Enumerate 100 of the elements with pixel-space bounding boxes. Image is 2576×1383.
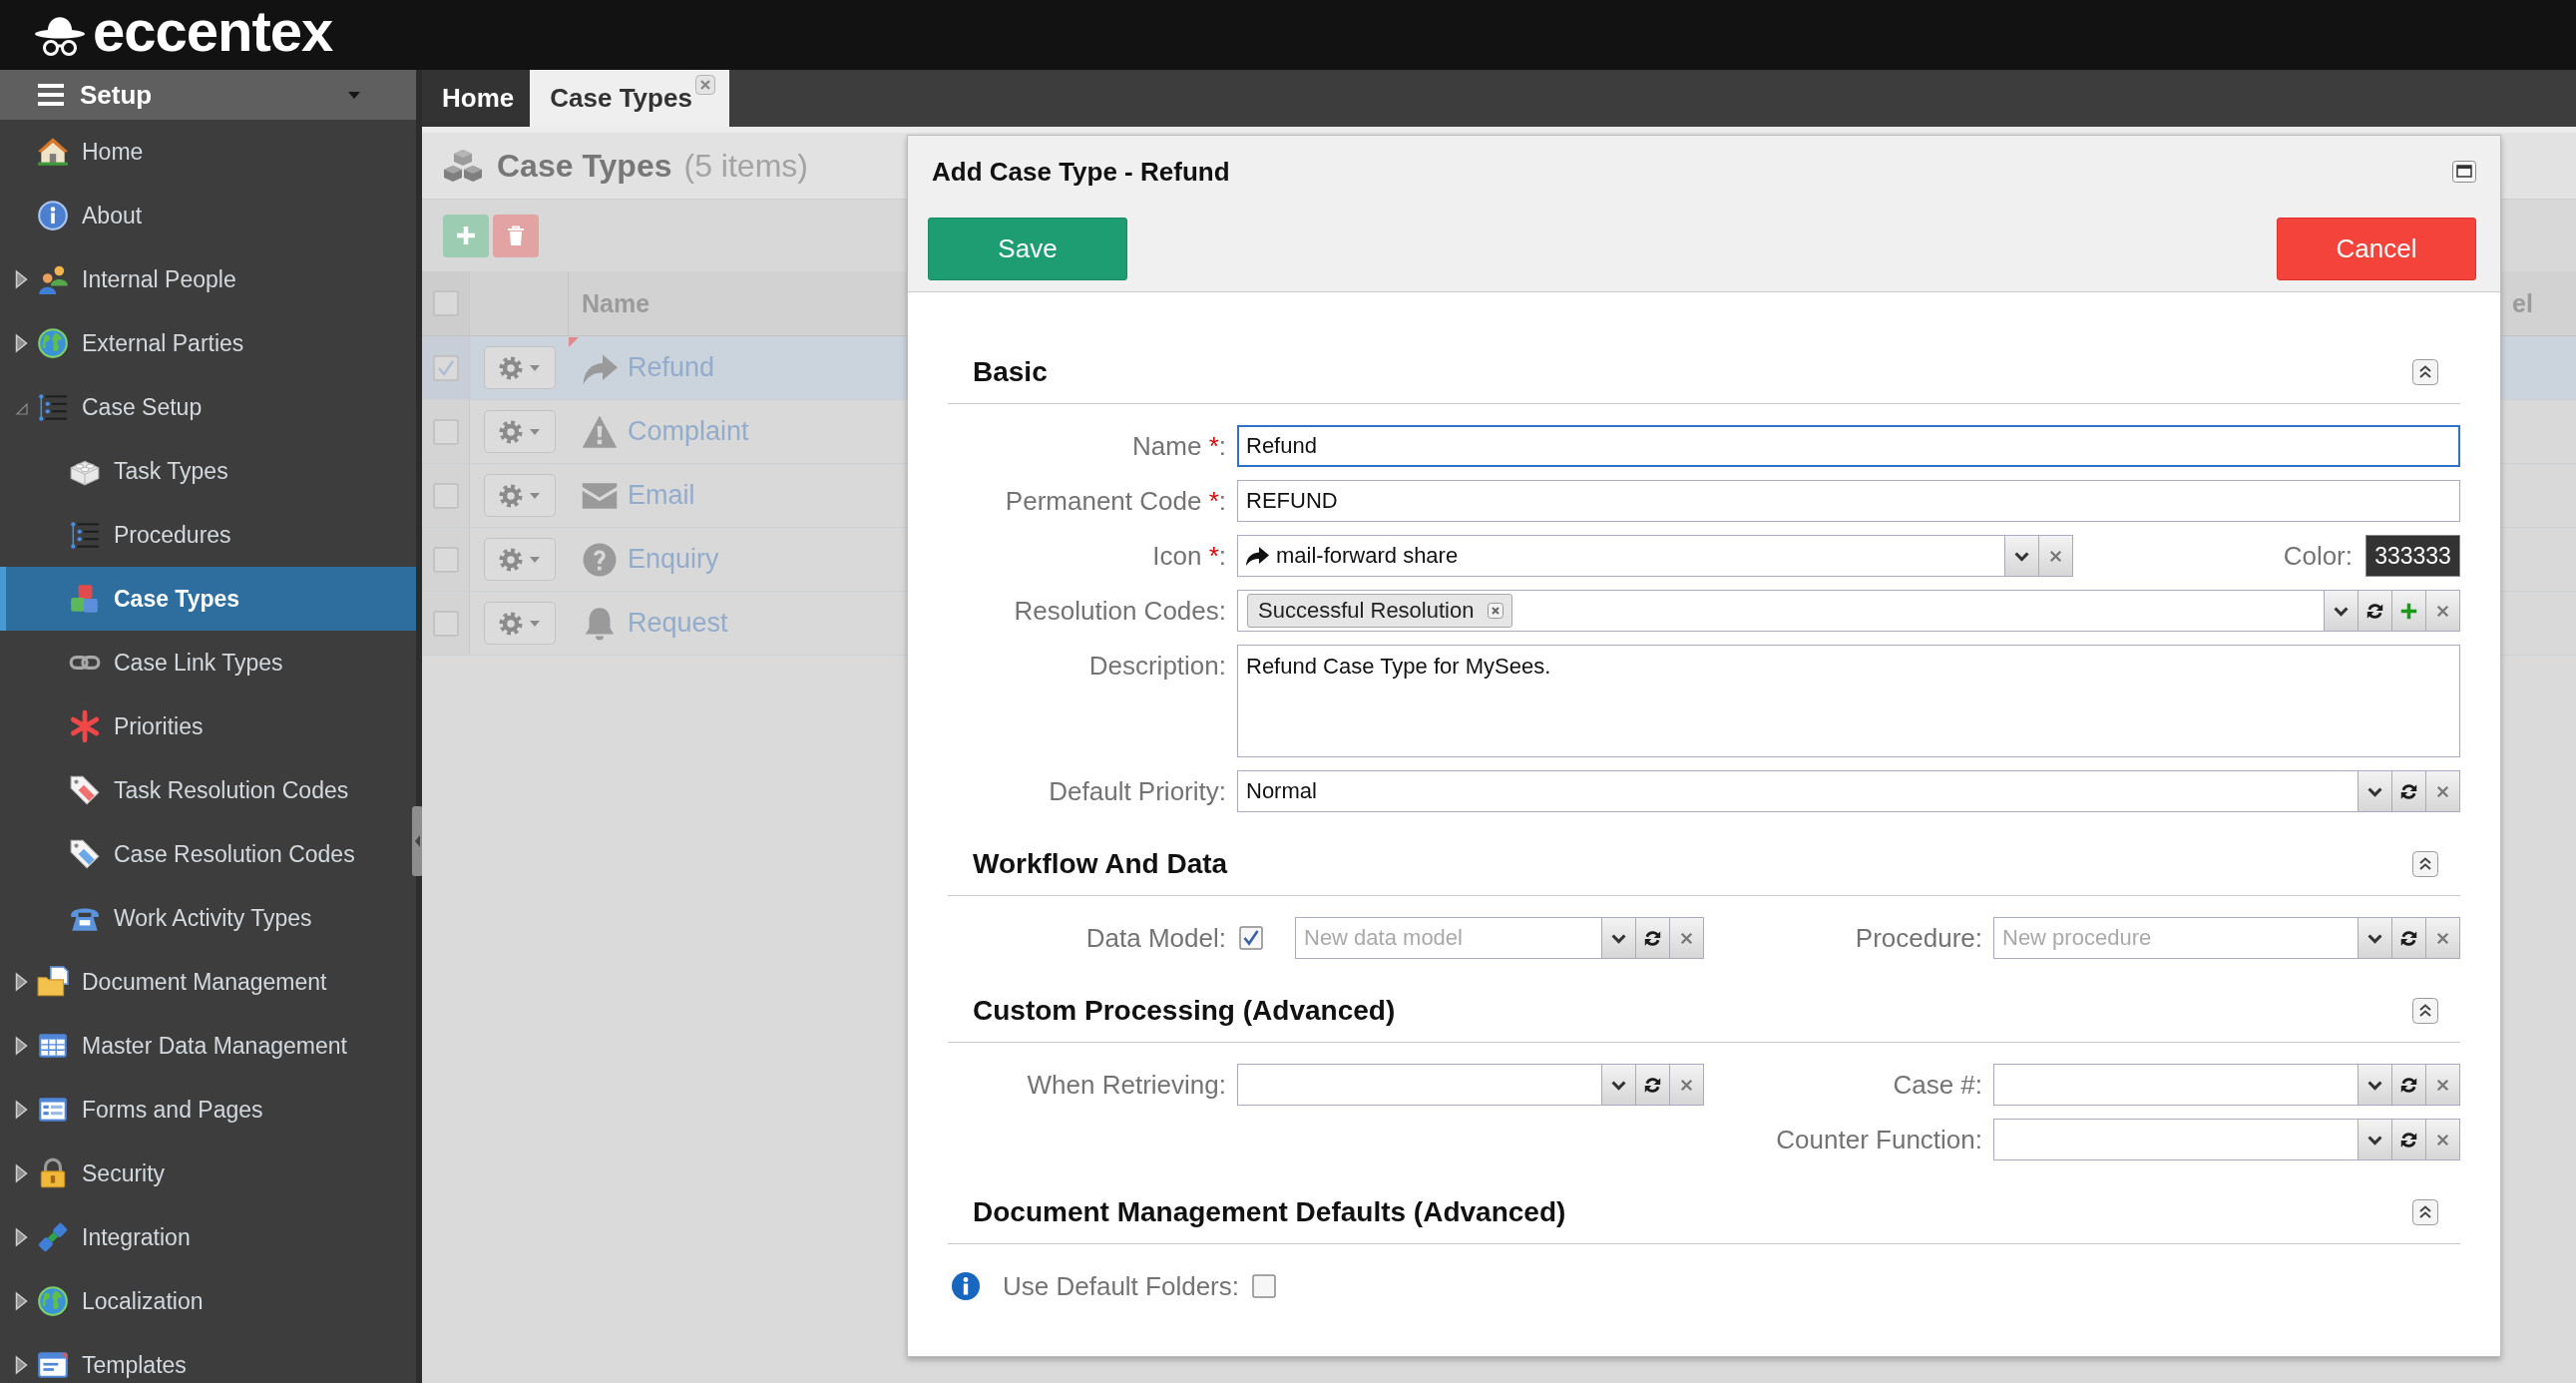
share-arrow-icon	[1245, 544, 1269, 568]
field-label: Procedure:	[1854, 922, 1982, 955]
sidebar-item[interactable]: Localization	[0, 1269, 416, 1333]
text-field[interactable]: REFUND	[1237, 480, 2460, 522]
checkbox[interactable]	[432, 610, 459, 637]
select-field[interactable]: New procedure	[1993, 917, 2359, 959]
tags-field[interactable]: Successful Resolution	[1237, 590, 2325, 632]
sidebar-item[interactable]: Task Types	[0, 439, 416, 503]
menu-icon[interactable]	[38, 84, 64, 106]
sidebar-item[interactable]: Case Link Types	[0, 631, 416, 694]
collapse-icon[interactable]	[2412, 1199, 2438, 1225]
close-icon[interactable]	[694, 75, 715, 95]
sidebar-item[interactable]: About	[0, 184, 416, 247]
cancel-button[interactable]: Cancel	[2277, 218, 2476, 280]
refresh-icon	[2399, 781, 2418, 801]
clear-button[interactable]	[2426, 917, 2460, 959]
sidebar-item[interactable]: Case Resolution Codes	[0, 822, 416, 886]
sidebar-item[interactable]: Forms and Pages	[0, 1078, 416, 1142]
checkbox[interactable]	[1252, 1274, 1276, 1298]
expand-triangle-icon[interactable]	[15, 1163, 28, 1183]
clear-button[interactable]	[2426, 1064, 2460, 1106]
tab[interactable]: Case Types	[530, 70, 729, 127]
tag-icon	[68, 837, 102, 871]
checkbox[interactable]	[432, 418, 459, 445]
refresh-button[interactable]	[1636, 1064, 1670, 1106]
folder-icon	[36, 965, 70, 999]
sidebar-item[interactable]: Case Types	[0, 567, 416, 631]
collapse-icon[interactable]	[2412, 998, 2438, 1024]
clear-button[interactable]	[2039, 535, 2073, 577]
tag-label: Successful Resolution	[1258, 598, 1475, 624]
text-area[interactable]: Refund Case Type for MySees.	[1237, 645, 2460, 757]
dropdown-button[interactable]	[2359, 770, 2392, 812]
clear-button[interactable]	[1670, 917, 1704, 959]
clear-button[interactable]	[2426, 1119, 2460, 1160]
clear-button[interactable]	[1670, 1064, 1704, 1106]
select-field[interactable]	[1993, 1119, 2359, 1160]
sidebar-item[interactable]: Integration	[0, 1205, 416, 1269]
sidebar-item[interactable]: Case Setup	[0, 375, 416, 439]
expand-triangle-icon[interactable]	[15, 269, 28, 289]
select-field[interactable]: Normal	[1237, 770, 2359, 812]
refresh-button[interactable]	[2359, 590, 2392, 632]
collapse-icon[interactable]	[2412, 359, 2438, 385]
plus-icon	[455, 225, 477, 246]
sidebar-item[interactable]: Priorities	[0, 694, 416, 758]
expand-triangle-icon[interactable]	[15, 1227, 28, 1247]
select-field[interactable]	[1993, 1064, 2359, 1106]
select-field[interactable]: New data model	[1295, 917, 1602, 959]
globe-icon	[36, 326, 70, 360]
collapse-handle-icon[interactable]	[412, 806, 423, 876]
info-icon[interactable]	[951, 1271, 981, 1301]
expand-triangle-icon[interactable]	[15, 1036, 28, 1056]
refresh-icon	[2365, 601, 2384, 621]
maximize-icon[interactable]	[2452, 161, 2476, 183]
icon-select-field[interactable]: mail-forward share	[1237, 535, 2005, 577]
text-field[interactable]: Refund	[1237, 425, 2460, 467]
dropdown-button[interactable]	[2325, 590, 2359, 632]
page-title: Case Types	[497, 147, 672, 185]
expand-triangle-icon[interactable]	[15, 1291, 28, 1311]
remove-icon[interactable]	[1488, 603, 1504, 619]
sidebar-item[interactable]: Home	[0, 120, 416, 184]
sidebar-item[interactable]: Procedures	[0, 503, 416, 567]
dropdown-button[interactable]	[1602, 917, 1636, 959]
refresh-button[interactable]	[1636, 917, 1670, 959]
sidebar-header[interactable]: Setup	[0, 70, 416, 120]
select-field[interactable]	[1237, 1064, 1602, 1106]
sidebar-item[interactable]: External Parties	[0, 311, 416, 375]
refresh-button[interactable]	[2392, 917, 2426, 959]
collapse-icon[interactable]	[2412, 851, 2438, 877]
sidebar-item[interactable]: Templates	[0, 1333, 416, 1383]
dropdown-button[interactable]	[2359, 1119, 2392, 1160]
dropdown-button[interactable]	[2359, 1064, 2392, 1106]
sidebar-item[interactable]: Security	[0, 1142, 416, 1205]
caret-down-icon	[530, 364, 540, 371]
sidebar-item[interactable]: Document Management	[0, 950, 416, 1014]
dropdown-button[interactable]	[2359, 917, 2392, 959]
refresh-button[interactable]	[2392, 1064, 2426, 1106]
expand-triangle-icon[interactable]	[15, 1100, 28, 1120]
expand-triangle-icon[interactable]	[15, 333, 28, 353]
checkbox[interactable]	[1239, 926, 1263, 950]
sidebar-item[interactable]: Work Activity Types	[0, 886, 416, 950]
tab[interactable]: Home	[422, 70, 531, 127]
color-field[interactable]: 333333	[2365, 535, 2460, 577]
expand-triangle-icon[interactable]	[15, 1355, 28, 1375]
sidebar-item[interactable]: Master Data Management	[0, 1014, 416, 1078]
checkbox[interactable]	[432, 546, 459, 573]
clear-button[interactable]	[2426, 590, 2460, 632]
asterisk-icon	[68, 709, 102, 743]
clear-button[interactable]	[2426, 770, 2460, 812]
checkbox[interactable]	[432, 482, 459, 509]
caret-down-icon[interactable]	[348, 91, 360, 99]
refresh-button[interactable]	[2392, 1119, 2426, 1160]
dropdown-button[interactable]	[2005, 535, 2039, 577]
sidebar-item[interactable]: Task Resolution Codes	[0, 758, 416, 822]
dropdown-button[interactable]	[1602, 1064, 1636, 1106]
checkbox[interactable]	[432, 290, 459, 316]
expand-triangle-icon[interactable]	[15, 972, 28, 992]
sidebar-item[interactable]: Internal People	[0, 247, 416, 311]
refresh-button[interactable]	[2392, 770, 2426, 812]
checkbox[interactable]	[432, 354, 459, 381]
plug-icon	[36, 1220, 70, 1254]
